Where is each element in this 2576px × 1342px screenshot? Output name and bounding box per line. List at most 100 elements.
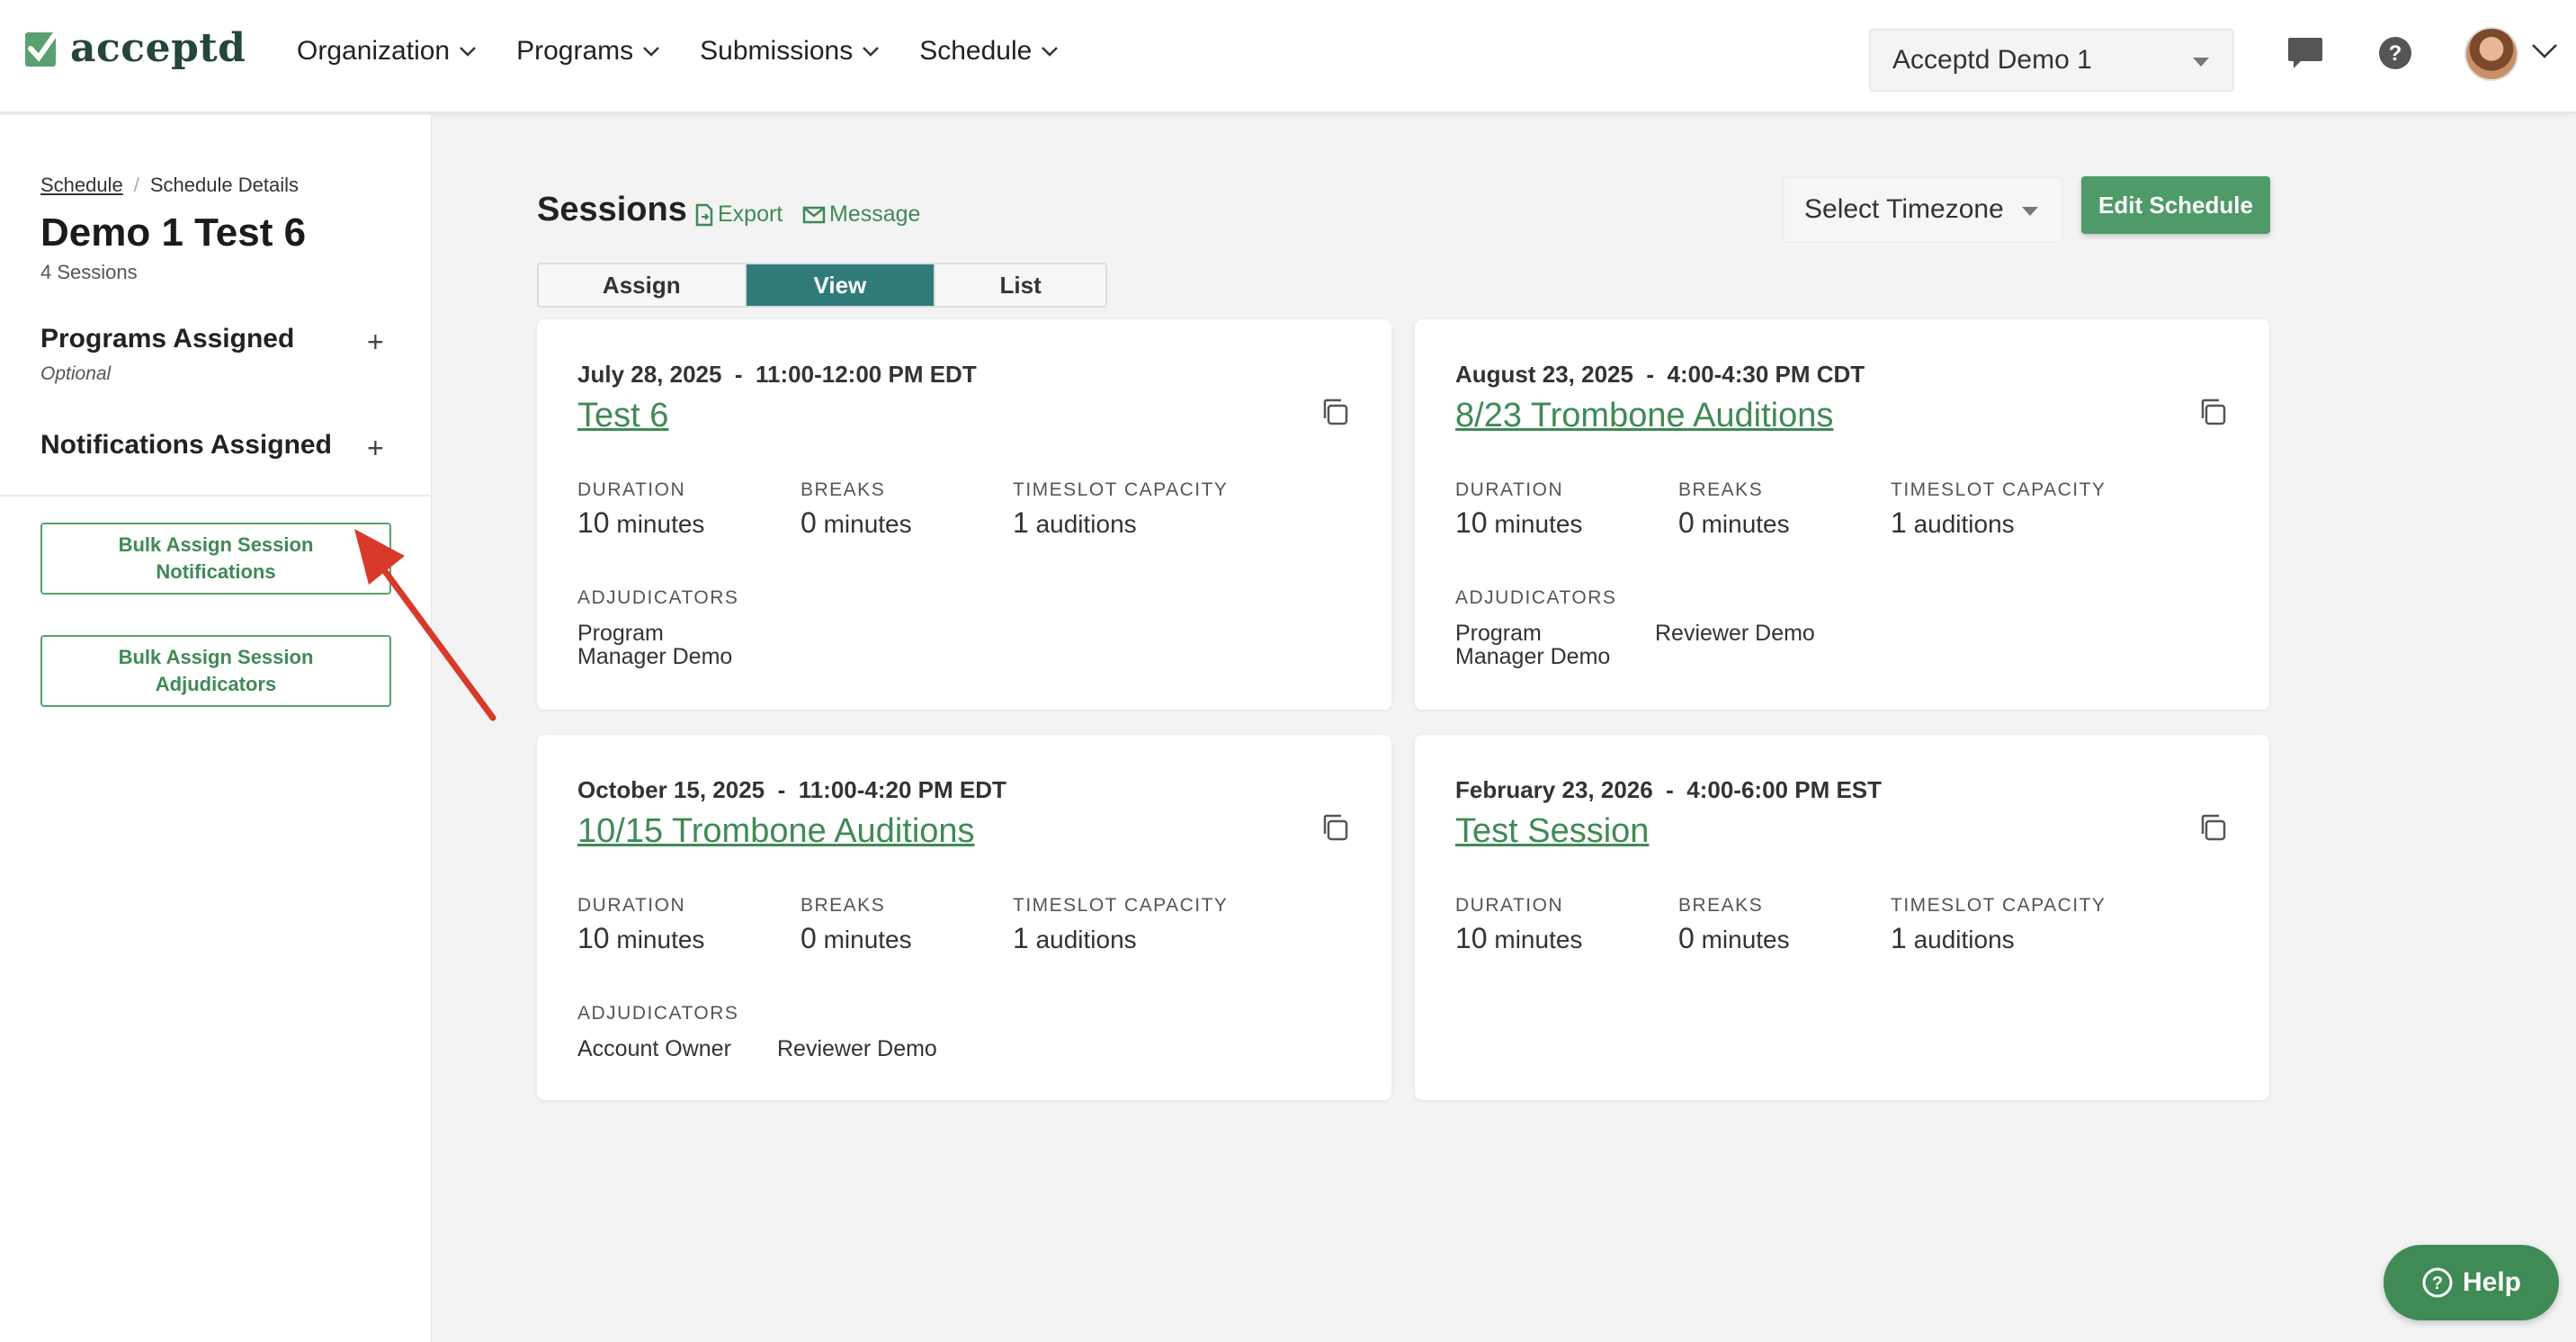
bulk-assign-adjudicators-button[interactable]: Bulk Assign Session Adjudicators	[40, 635, 391, 707]
capacity-number: 1	[1013, 922, 1029, 954]
file-export-icon	[695, 203, 713, 226]
capacity-unit: auditions	[1035, 510, 1137, 538]
nav-submissions[interactable]: Submissions	[700, 36, 880, 67]
nav-schedule[interactable]: Schedule	[919, 36, 1059, 67]
acceptd-logo[interactable]: acceptd	[25, 25, 246, 71]
duration-label: DURATION	[1455, 895, 1564, 916]
session-card: October 15, 2025 - 11:00-4:20 PM EDT 10/…	[537, 735, 1391, 1100]
tab-list[interactable]: List	[935, 264, 1105, 306]
nav-organization[interactable]: Organization	[297, 36, 477, 67]
svg-text:?: ?	[2389, 41, 2402, 66]
duration-unit: minutes	[616, 510, 705, 538]
capacity-label: TIMESLOT CAPACITY	[1013, 479, 1229, 500]
adjudicators-label: ADJUDICATORS	[1455, 587, 1617, 608]
breaks-value: 0 minutes	[1678, 506, 1790, 540]
copy-icon[interactable]	[1319, 812, 1350, 843]
session-datetime: July 28, 2025 - 11:00-12:00 PM EDT	[577, 361, 977, 388]
capacity-unit: auditions	[1035, 926, 1137, 953]
session-date: August 23, 2025	[1455, 361, 1633, 388]
adjudicator-name: Program Manager Demo	[1455, 621, 1611, 669]
tab-assign[interactable]: Assign	[539, 264, 747, 306]
chevron-down-icon	[863, 47, 880, 57]
user-avatar[interactable]	[2464, 27, 2518, 81]
duration-number: 10	[1455, 922, 1488, 954]
session-name-link[interactable]: Test Session	[1455, 812, 1649, 851]
capacity-number: 1	[1891, 506, 1907, 539]
session-name-link[interactable]: Test 6	[577, 397, 668, 435]
sidebar: Schedule / Schedule Details Demo 1 Test …	[0, 115, 432, 1342]
tab-view[interactable]: View	[746, 264, 936, 306]
capacity-value: 1 auditions	[1013, 506, 1137, 540]
add-program-button[interactable]: +	[367, 326, 384, 359]
breaks-number: 0	[1678, 506, 1695, 539]
programs-optional-label: Optional	[40, 363, 112, 384]
session-card: August 23, 2025 - 4:00-4:30 PM CDT 8/23 …	[1415, 319, 2269, 710]
session-datetime: October 15, 2025 - 11:00-4:20 PM EDT	[577, 776, 1006, 803]
export-link[interactable]: Export	[694, 201, 783, 228]
session-date: February 23, 2026	[1455, 776, 1653, 803]
capacity-label: TIMESLOT CAPACITY	[1891, 479, 2106, 500]
duration-value: 10 minutes	[577, 922, 704, 955]
sidebar-divider	[0, 495, 432, 497]
breaks-label: BREAKS	[1678, 895, 1764, 916]
duration-value: 10 minutes	[577, 506, 704, 540]
session-date: October 15, 2025	[577, 776, 765, 803]
nav-programs[interactable]: Programs	[516, 36, 660, 67]
help-circle-icon[interactable]: ?	[2378, 36, 2412, 70]
chevron-down-icon[interactable]	[2531, 43, 2558, 59]
chevron-down-icon	[1042, 47, 1059, 57]
breadcrumb-current: Schedule Details	[149, 174, 299, 196]
adjudicator-name: Program Manager Demo	[577, 621, 733, 669]
duration-label: DURATION	[577, 479, 686, 500]
help-button[interactable]: ? Help	[2384, 1245, 2559, 1320]
timezone-select[interactable]: Select Timezone	[1783, 176, 2063, 243]
envelope-icon	[802, 206, 826, 223]
duration-number: 10	[1455, 506, 1488, 539]
capacity-unit: auditions	[1913, 510, 2015, 538]
adjudicator-name: Account Owner	[577, 1036, 731, 1061]
session-name-link[interactable]: 10/15 Trombone Auditions	[577, 812, 975, 851]
adjudicator-name: Reviewer Demo	[1655, 621, 1815, 646]
breadcrumb: Schedule / Schedule Details	[40, 174, 299, 197]
sessions-heading: Sessions	[537, 191, 687, 228]
duration-value: 10 minutes	[1455, 506, 1582, 540]
capacity-value: 1 auditions	[1891, 922, 2015, 955]
programs-assigned-heading: Programs Assigned	[40, 324, 295, 353]
nav-label: Submissions	[700, 36, 854, 66]
session-card: July 28, 2025 - 11:00-12:00 PM EDT Test …	[537, 319, 1391, 710]
copy-icon[interactable]	[2197, 397, 2228, 427]
session-card: February 23, 2026 - 4:00-6:00 PM EST Tes…	[1415, 735, 2269, 1100]
capacity-label: TIMESLOT CAPACITY	[1013, 895, 1229, 916]
logo-check-icon	[25, 28, 59, 67]
message-link[interactable]: Message	[802, 201, 920, 228]
help-circle-icon: ?	[2422, 1267, 2453, 1298]
caret-down-icon	[2022, 207, 2038, 216]
timezone-select-placeholder: Select Timezone	[1804, 194, 2004, 224]
notifications-assigned-heading: Notifications Assigned	[40, 430, 332, 460]
adjudicators-label: ADJUDICATORS	[577, 1003, 739, 1024]
view-mode-tabs: Assign View List	[537, 263, 1107, 308]
capacity-value: 1 auditions	[1013, 922, 1137, 955]
duration-number: 10	[577, 506, 610, 539]
breaks-value: 0 minutes	[1678, 922, 1790, 955]
duration-number: 10	[577, 922, 610, 954]
copy-icon[interactable]	[2197, 812, 2228, 843]
logo-text: acceptd	[70, 25, 246, 71]
breadcrumb-separator: /	[133, 174, 139, 196]
nav-label: Programs	[516, 36, 634, 66]
copy-icon[interactable]	[1319, 397, 1350, 427]
session-datetime: February 23, 2026 - 4:00-6:00 PM EST	[1455, 776, 1883, 803]
svg-text:?: ?	[2432, 1274, 2443, 1293]
breaks-value: 0 minutes	[801, 506, 912, 540]
breaks-number: 0	[801, 506, 817, 539]
breadcrumb-schedule-link[interactable]: Schedule	[40, 174, 123, 197]
edit-schedule-button[interactable]: Edit Schedule	[2081, 176, 2270, 234]
chat-icon[interactable]	[2286, 36, 2324, 72]
organization-select[interactable]: Acceptd Demo 1	[1869, 29, 2234, 92]
bulk-assign-notifications-button[interactable]: Bulk Assign Session Notifications	[40, 523, 391, 595]
session-time: 4:00-4:30 PM CDT	[1667, 361, 1865, 388]
session-name-link[interactable]: 8/23 Trombone Auditions	[1455, 397, 1833, 435]
duration-label: DURATION	[1455, 479, 1564, 500]
breaks-label: BREAKS	[1678, 479, 1764, 500]
add-notification-button[interactable]: +	[367, 432, 384, 465]
